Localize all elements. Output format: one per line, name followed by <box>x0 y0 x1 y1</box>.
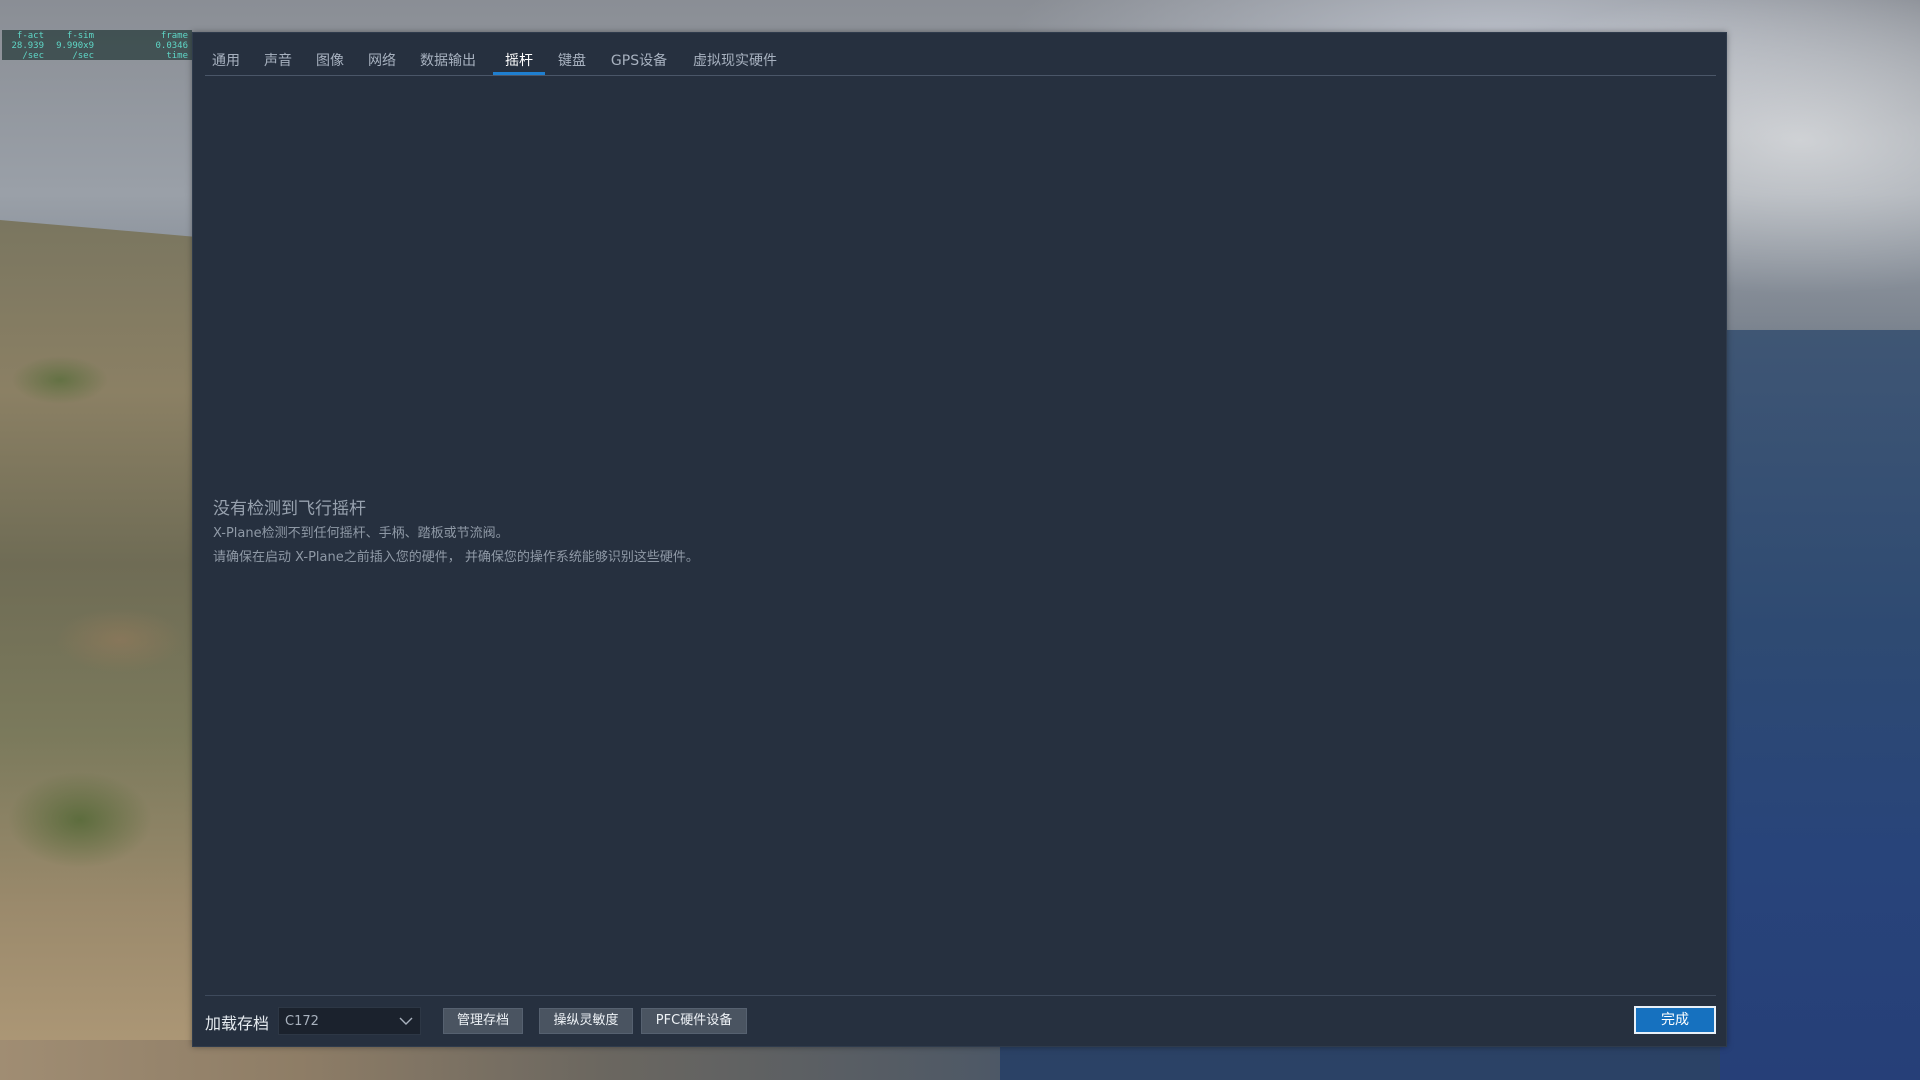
control-sensitivity-button[interactable]: 操纵灵敏度 <box>539 1008 633 1034</box>
tab-label: 网络 <box>368 53 396 69</box>
fps-col-frame: frame 0.0346 time <box>122 31 188 61</box>
profile-dropdown-value: C172 <box>285 1014 319 1029</box>
fps-col-actual-header: f-act <box>16 31 44 41</box>
tab-label: 图像 <box>316 53 344 69</box>
pfc-hardware-button[interactable]: PFC硬件设备 <box>641 1008 747 1034</box>
chevron-down-icon <box>399 1017 413 1025</box>
fps-col-actual-value: 28.939 <box>11 41 44 51</box>
tab-label: 虚拟现实硬件 <box>693 53 777 69</box>
active-tab-indicator <box>493 72 545 75</box>
fps-col-sim-unit: /sec <box>72 51 94 61</box>
tab-sound[interactable]: 声音 <box>261 50 295 74</box>
tab-label: GPS设备 <box>610 53 668 69</box>
fps-col-actual-unit: /sec <box>22 51 44 61</box>
profile-dropdown[interactable]: C172 <box>278 1007 421 1035</box>
tab-gps-devices[interactable]: GPS设备 <box>607 50 671 74</box>
fps-col-frame-value: 0.0346 <box>155 41 188 51</box>
fps-col-frame-unit: time <box>166 51 188 61</box>
fps-col-frame-header: frame <box>160 31 188 41</box>
terrain-background <box>0 220 200 1080</box>
tab-keyboard[interactable]: 键盘 <box>555 50 589 74</box>
sea-background <box>1720 330 1920 1080</box>
fps-col-sim-header: f-sim <box>66 31 94 41</box>
load-profile-label: 加载存档 <box>205 1014 270 1033</box>
tab-label: 声音 <box>264 53 292 69</box>
frame-rate-overlay: f-act 28.939 /sec f-sim 9.990x9 /sec fra… <box>2 30 192 61</box>
manage-profiles-button[interactable]: 管理存档 <box>443 1008 523 1034</box>
tab-graphics[interactable]: 图像 <box>313 50 347 74</box>
tab-label: 数据输出 <box>420 53 476 69</box>
fps-col-sim-value: 9.990x9 <box>56 41 94 51</box>
tab-joystick[interactable]: 摇杆 <box>493 50 545 75</box>
message-line-2: 请确保在启动 X-Plane之前插入您的硬件， 并确保您的操作系统能够识别这些硬… <box>213 550 699 565</box>
tab-network[interactable]: 网络 <box>365 50 399 74</box>
fps-col-sim: f-sim 9.990x9 /sec <box>48 31 94 61</box>
tab-vr-hardware[interactable]: 虚拟现实硬件 <box>687 50 783 74</box>
no-joystick-message: 没有检测到飞行摇杆 X-Plane检测不到任何摇杆、手柄、踏板或节流阀。 请确保… <box>213 496 1113 570</box>
done-button[interactable]: 完成 <box>1634 1006 1716 1034</box>
simulator-scene: f-act 28.939 /sec f-sim 9.990x9 /sec fra… <box>0 0 1920 1080</box>
settings-dialog: 通用 声音 图像 网络 数据输出 摇杆 键盘 GPS设备 虚拟现实硬件 没有检测… <box>192 32 1727 1047</box>
tab-data-output[interactable]: 数据输出 <box>416 50 480 74</box>
tab-label: 通用 <box>212 53 240 69</box>
tab-label: 键盘 <box>558 53 586 69</box>
tab-label: 摇杆 <box>505 53 533 69</box>
message-line-1: X-Plane检测不到任何摇杆、手柄、踏板或节流阀。 <box>213 526 509 541</box>
settings-tab-bar: 通用 声音 图像 网络 数据输出 摇杆 键盘 GPS设备 虚拟现实硬件 <box>205 33 1716 76</box>
tab-general[interactable]: 通用 <box>209 50 243 74</box>
message-title: 没有检测到飞行摇杆 <box>213 499 366 519</box>
dialog-footer: 加载存档 C172 管理存档 操纵灵敏度 PFC硬件设备 完成 <box>205 995 1716 1048</box>
fps-col-actual: f-act 28.939 /sec <box>4 31 44 61</box>
